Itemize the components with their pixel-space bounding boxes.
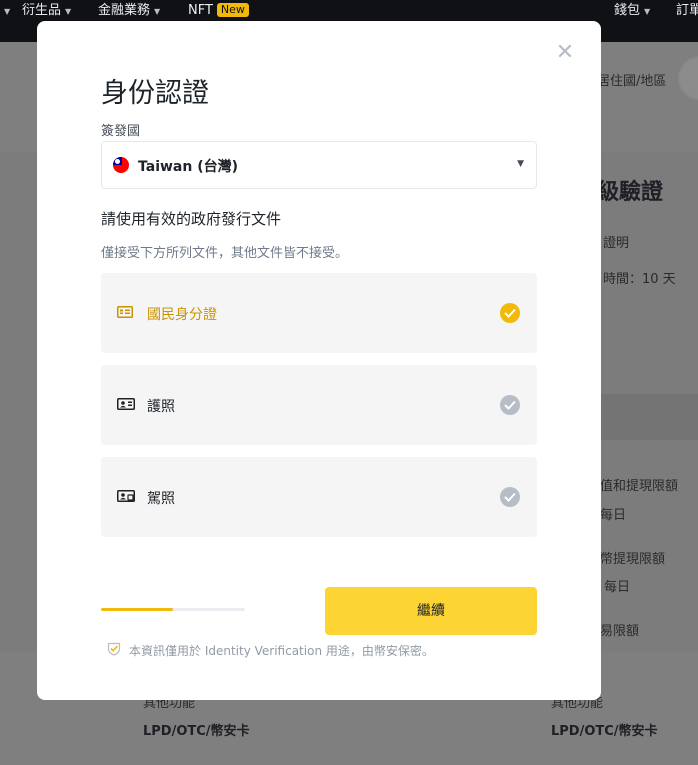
nav-wallet-label: 錢包: [614, 3, 641, 18]
lpd-left: LPD/OTC/幣安卡: [143, 724, 250, 739]
id-card-icon: [117, 306, 133, 318]
privacy-note-text: 本資訊僅用於 Identity Verification 用途，由幣安保密。: [129, 644, 434, 658]
issuing-country-label: 簽發國: [101, 124, 141, 139]
lpd-right: LPD/OTC/幣安卡: [551, 724, 658, 739]
document-heading: 請使用有效的政府發行文件: [101, 210, 282, 228]
chevron-down-icon: ▼: [154, 7, 161, 16]
identity-verification-modal: ✕ 身份認證 簽發國 Taiwan (台灣) ▼ 請使用有效的政府發行文件 僅接…: [37, 21, 601, 700]
modal-title: 身份認證: [101, 78, 209, 109]
close-icon[interactable]: ✕: [554, 42, 576, 65]
driver-license-icon: [117, 490, 135, 502]
residence-label: 居住國/地區: [597, 74, 667, 89]
limit-label-2: 幣提現限額: [600, 552, 666, 567]
daily-label-1: 每日: [600, 508, 627, 523]
nav-nft-label: NFT: [188, 3, 213, 18]
country-select[interactable]: Taiwan (台灣) ▼: [101, 141, 537, 189]
check-circle-icon: [500, 395, 520, 415]
passport-icon: [117, 398, 135, 410]
continue-button[interactable]: 繼續: [325, 587, 537, 635]
nav-derivatives-label: 衍生品: [22, 3, 62, 18]
verify-heading: 級驗證: [597, 180, 664, 205]
document-option-label: 國民身分證: [147, 307, 217, 323]
check-circle-icon: [500, 303, 520, 323]
document-option-label: 護照: [147, 399, 175, 415]
nav-orders[interactable]: 訂單: [676, 0, 698, 22]
document-note: 僅接受下方所列文件，其他文件皆不接受。: [101, 246, 349, 261]
nav-derivatives[interactable]: 衍生品 ▼: [22, 0, 71, 22]
document-option-driver-license[interactable]: 駕照: [101, 457, 537, 537]
nav-finance-label: 金融業務: [98, 3, 151, 18]
proof-text: 證明: [603, 236, 630, 251]
shield-check-icon: [107, 642, 121, 656]
check-circle-icon: [500, 487, 520, 507]
daily-label-2: 每日: [604, 580, 631, 595]
new-badge: New: [216, 3, 249, 17]
limit-label-3: 易限額: [600, 624, 640, 639]
limit-label-1: 值和提現限額: [600, 479, 679, 494]
progress-fill: [101, 608, 173, 611]
nav-nft[interactable]: NFT New: [188, 0, 249, 22]
chevron-down-icon: ▼: [65, 7, 72, 16]
chevron-down-icon: ▼: [644, 7, 651, 16]
taiwan-flag-icon: [113, 157, 129, 173]
document-option-passport[interactable]: 護照: [101, 365, 537, 445]
nav-finance[interactable]: 金融業務 ▼: [98, 0, 160, 22]
nav-orders-label: 訂單: [676, 3, 698, 18]
nav-wallet[interactable]: 錢包 ▼: [614, 0, 650, 22]
country-value: Taiwan (台灣): [138, 159, 239, 175]
review-time-text: 時間：10 天: [603, 272, 676, 287]
progress-bar: [101, 608, 245, 611]
document-option-label: 駕照: [147, 491, 175, 507]
document-option-id-card[interactable]: 國民身分證: [101, 273, 537, 353]
chevron-down-icon: ▼: [517, 159, 524, 169]
nav-left-caret: ▼: [4, 7, 11, 16]
